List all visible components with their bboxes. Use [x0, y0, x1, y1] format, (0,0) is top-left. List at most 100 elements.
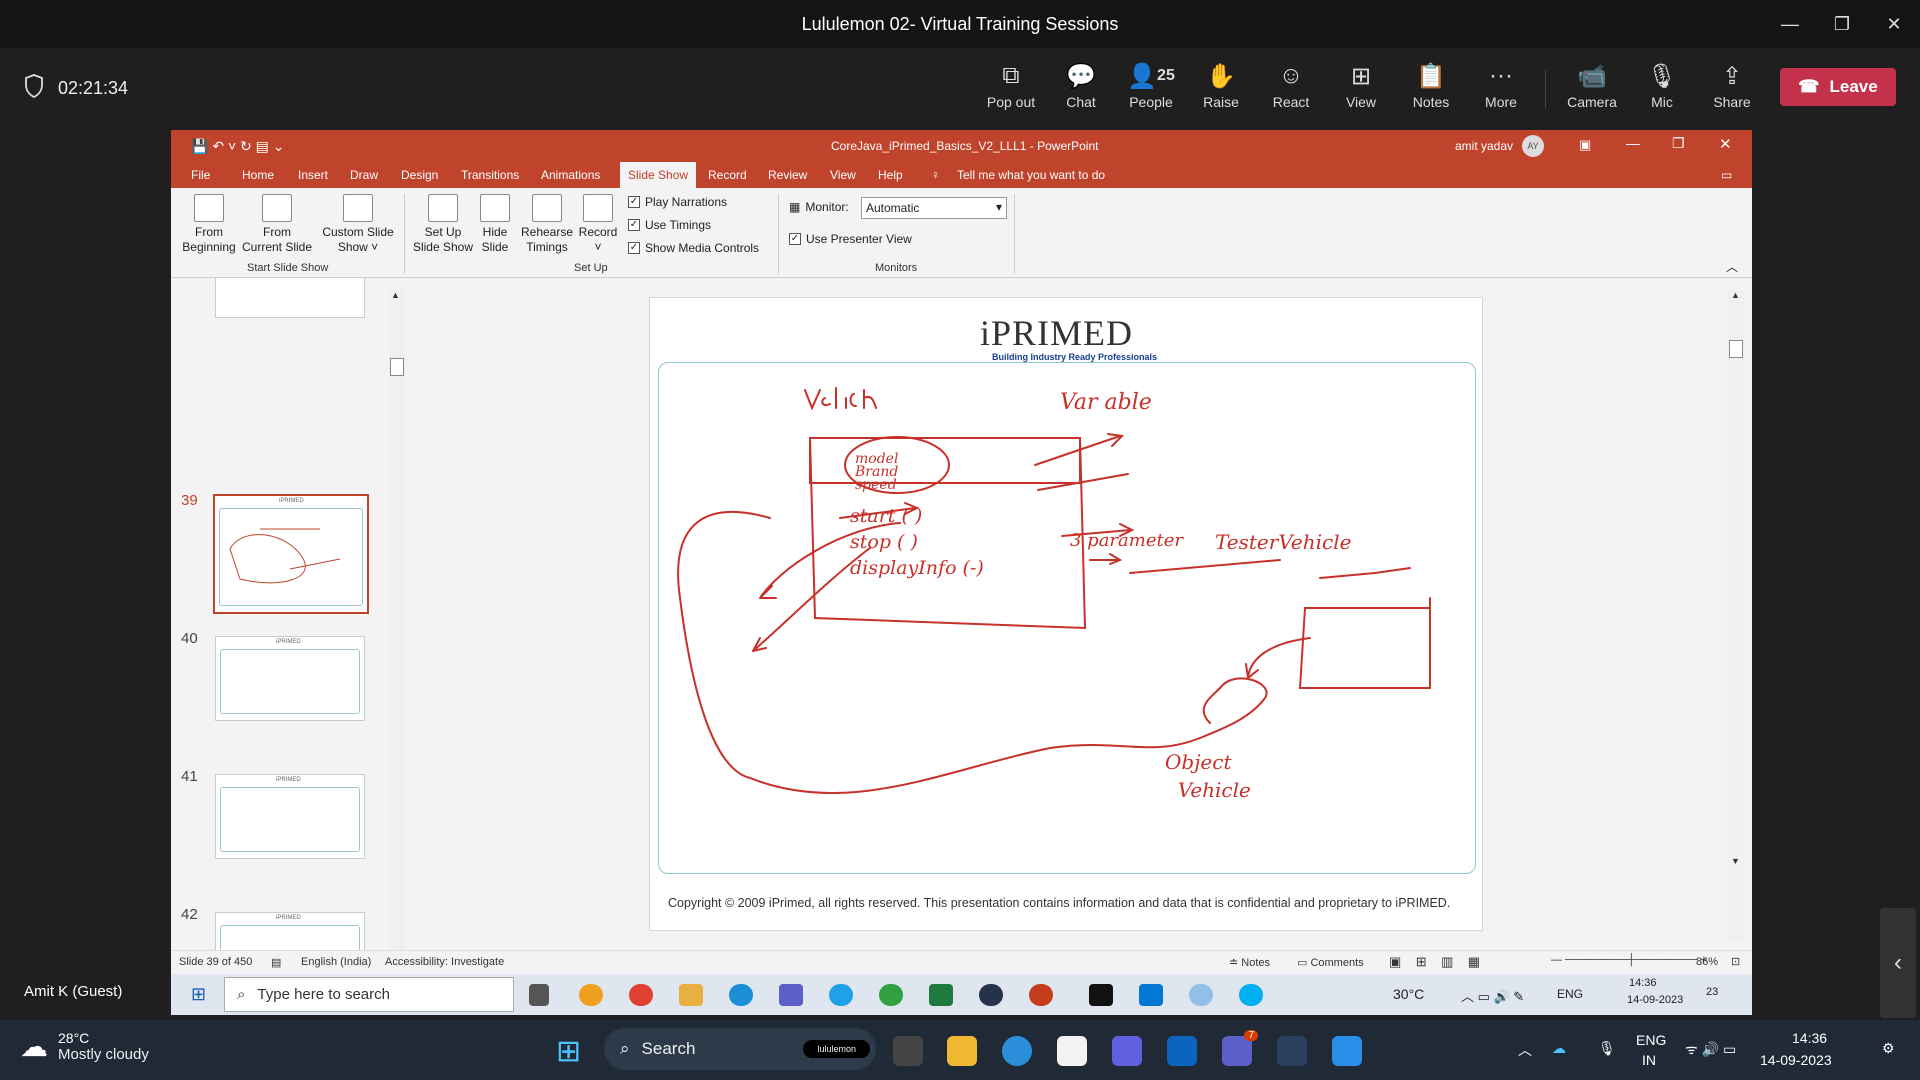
- monitor-select[interactable]: Automatic ▾: [861, 197, 1007, 219]
- tab-record[interactable]: Record: [708, 168, 747, 182]
- show-media-controls-checkbox[interactable]: ✓ Show Media Controls: [628, 241, 759, 255]
- notes-toggle[interactable]: ≐ Notes: [1229, 956, 1270, 969]
- thumbnail-scrollbar[interactable]: ▲: [389, 290, 405, 950]
- restore-button[interactable]: ❐: [1816, 0, 1868, 48]
- camera-button[interactable]: 📹 Camera: [1560, 60, 1624, 120]
- tab-draw[interactable]: Draw: [350, 168, 378, 182]
- view-buttons[interactable]: ▣ ⊞ ▥ ▦: [1389, 954, 1480, 970]
- tab-transitions[interactable]: Transitions: [461, 168, 519, 182]
- clock-date[interactable]: 14-09-2023: [1760, 1052, 1832, 1068]
- weather-widget[interactable]: ☁ 28°C Mostly cloudy: [20, 1030, 149, 1063]
- more-button[interactable]: ··· More: [1469, 60, 1533, 120]
- from-current-slide-button[interactable]: From Current Slide: [237, 194, 317, 255]
- slide-thumbnail-selected[interactable]: iPRIMED: [213, 494, 369, 614]
- copilot-icon[interactable]: [1112, 1036, 1142, 1066]
- tab-review[interactable]: Review: [768, 168, 807, 182]
- hide-slide-button[interactable]: Hide Slide: [475, 194, 515, 255]
- eclipse-icon[interactable]: [979, 984, 1003, 1006]
- tab-slide-show[interactable]: Slide Show: [620, 162, 697, 188]
- quick-access-icons[interactable]: 💾 ↶ ˅ ↻ ▤ ⌄: [191, 138, 284, 155]
- custom-slide-show-button[interactable]: Custom Slide Show ˅: [317, 194, 399, 255]
- clock-time[interactable]: 14:36: [1792, 1030, 1827, 1046]
- tab-insert[interactable]: Insert: [298, 168, 328, 182]
- vm-notifications[interactable]: 23: [1706, 986, 1718, 998]
- slide-thumbnail[interactable]: iPRIMED: [215, 636, 365, 721]
- tray-icons[interactable]: ︿ ▭ 🔊 ✎: [1461, 986, 1524, 1005]
- chrome-icon[interactable]: [629, 984, 653, 1006]
- comments-toggle[interactable]: ▭ Comments: [1297, 956, 1364, 969]
- chat-button[interactable]: 💬 Chat: [1049, 60, 1113, 120]
- collapse-ribbon-icon[interactable]: ︿: [1726, 258, 1738, 275]
- file-explorer-icon[interactable]: [947, 1036, 977, 1066]
- network-icon[interactable]: ᯤ 🔊 ▭: [1685, 1040, 1736, 1059]
- scroll-up-icon[interactable]: ▲: [1731, 290, 1740, 300]
- scroll-up-icon[interactable]: ▲: [391, 290, 400, 300]
- comments-icon[interactable]: ▭: [1721, 168, 1732, 182]
- terminal-icon[interactable]: [1089, 984, 1113, 1006]
- skype-icon[interactable]: [1239, 984, 1263, 1006]
- use-presenter-view-checkbox[interactable]: ✓ Use Presenter View: [789, 232, 912, 246]
- windows-search-box[interactable]: ⌕ Search lululemon: [604, 1028, 876, 1070]
- chrome-icon[interactable]: [879, 984, 903, 1006]
- teams-icon[interactable]: 7: [1222, 1030, 1258, 1066]
- tell-me-search[interactable]: Tell me what you want to do: [957, 168, 1105, 182]
- tab-view[interactable]: View: [830, 168, 856, 182]
- tab-animations[interactable]: Animations: [541, 168, 600, 182]
- fit-slide-icon[interactable]: ⊡: [1731, 955, 1740, 968]
- close-button[interactable]: ✕: [1868, 0, 1920, 48]
- remote-desktop-icon[interactable]: [1277, 1036, 1307, 1066]
- minimize-button[interactable]: —: [1764, 0, 1816, 48]
- set-up-slide-show-button[interactable]: Set Up Slide Show: [411, 194, 475, 255]
- vscode-icon[interactable]: [1139, 984, 1163, 1006]
- notes-button[interactable]: 📋 Notes: [1399, 60, 1463, 120]
- onedrive-icon[interactable]: ☁: [1552, 1040, 1566, 1057]
- folder-icon[interactable]: [679, 984, 703, 1006]
- slide-scrollbar[interactable]: ▲ ▼: [1728, 290, 1744, 940]
- tab-design[interactable]: Design: [401, 168, 438, 182]
- snipping-icon[interactable]: [1189, 984, 1213, 1006]
- windows-start-icon[interactable]: ⊞: [191, 984, 206, 1005]
- store-icon[interactable]: [1057, 1036, 1087, 1066]
- edge-icon[interactable]: [1002, 1036, 1032, 1066]
- powerpoint-icon[interactable]: [1029, 984, 1053, 1006]
- leave-button[interactable]: ☎ Leave: [1780, 68, 1896, 106]
- play-narrations-checkbox[interactable]: ✓ Play Narrations: [628, 195, 727, 209]
- taskbar-search-input[interactable]: ⌕ Type here to search: [224, 977, 514, 1012]
- settings-icon[interactable]: ⚙: [1882, 1040, 1895, 1057]
- excel-icon[interactable]: [929, 984, 953, 1006]
- accessibility-status[interactable]: Accessibility: Investigate: [385, 956, 504, 968]
- pp-minimize-button[interactable]: —: [1626, 135, 1640, 151]
- rehearse-timings-button[interactable]: Rehearse Timings: [517, 194, 577, 255]
- people-button[interactable]: 👤 25 People: [1119, 60, 1183, 120]
- use-timings-checkbox[interactable]: ✓ Use Timings: [628, 218, 711, 232]
- expand-panel-button[interactable]: ‹: [1880, 908, 1916, 1018]
- scroll-thumb[interactable]: [390, 358, 404, 376]
- task-view-icon[interactable]: [529, 984, 549, 1006]
- chrome-icon[interactable]: [579, 984, 603, 1006]
- slide-thumbnail[interactable]: iPRIMED: [215, 774, 365, 859]
- tab-file[interactable]: File: [191, 168, 210, 182]
- share-button[interactable]: ⇪ Share: [1700, 60, 1764, 120]
- edge-icon[interactable]: [729, 984, 753, 1006]
- mic-button[interactable]: 🎙 Mic: [1630, 60, 1694, 120]
- record-button[interactable]: Record ˅: [575, 194, 621, 255]
- pop-out-button[interactable]: ⧉ Pop out: [979, 60, 1043, 120]
- zoom-slider[interactable]: — ────────┼──────── +: [1551, 954, 1707, 966]
- tab-home[interactable]: Home: [242, 168, 274, 182]
- pp-close-button[interactable]: ✕: [1719, 135, 1732, 153]
- spellcheck-icon[interactable]: ▤: [271, 956, 281, 969]
- windows-start-icon[interactable]: ⊞: [556, 1034, 581, 1069]
- task-view-icon[interactable]: [893, 1036, 923, 1066]
- language-status[interactable]: English (India): [301, 956, 371, 968]
- scroll-down-icon[interactable]: ▼: [1731, 856, 1740, 866]
- scroll-thumb[interactable]: [1729, 340, 1743, 358]
- slide-thumbnail[interactable]: [215, 278, 365, 318]
- lang-line2[interactable]: IN: [1642, 1052, 1656, 1068]
- mic-off-icon[interactable]: 🎙: [1598, 1040, 1616, 1057]
- teams-icon[interactable]: [779, 984, 803, 1006]
- zoom-level[interactable]: 86%: [1696, 956, 1718, 968]
- app-icon[interactable]: [829, 984, 853, 1006]
- view-button[interactable]: ⊞ View: [1329, 60, 1393, 120]
- avatar[interactable]: AY: [1522, 135, 1544, 157]
- ribbon-display-icon[interactable]: ▣: [1579, 137, 1591, 153]
